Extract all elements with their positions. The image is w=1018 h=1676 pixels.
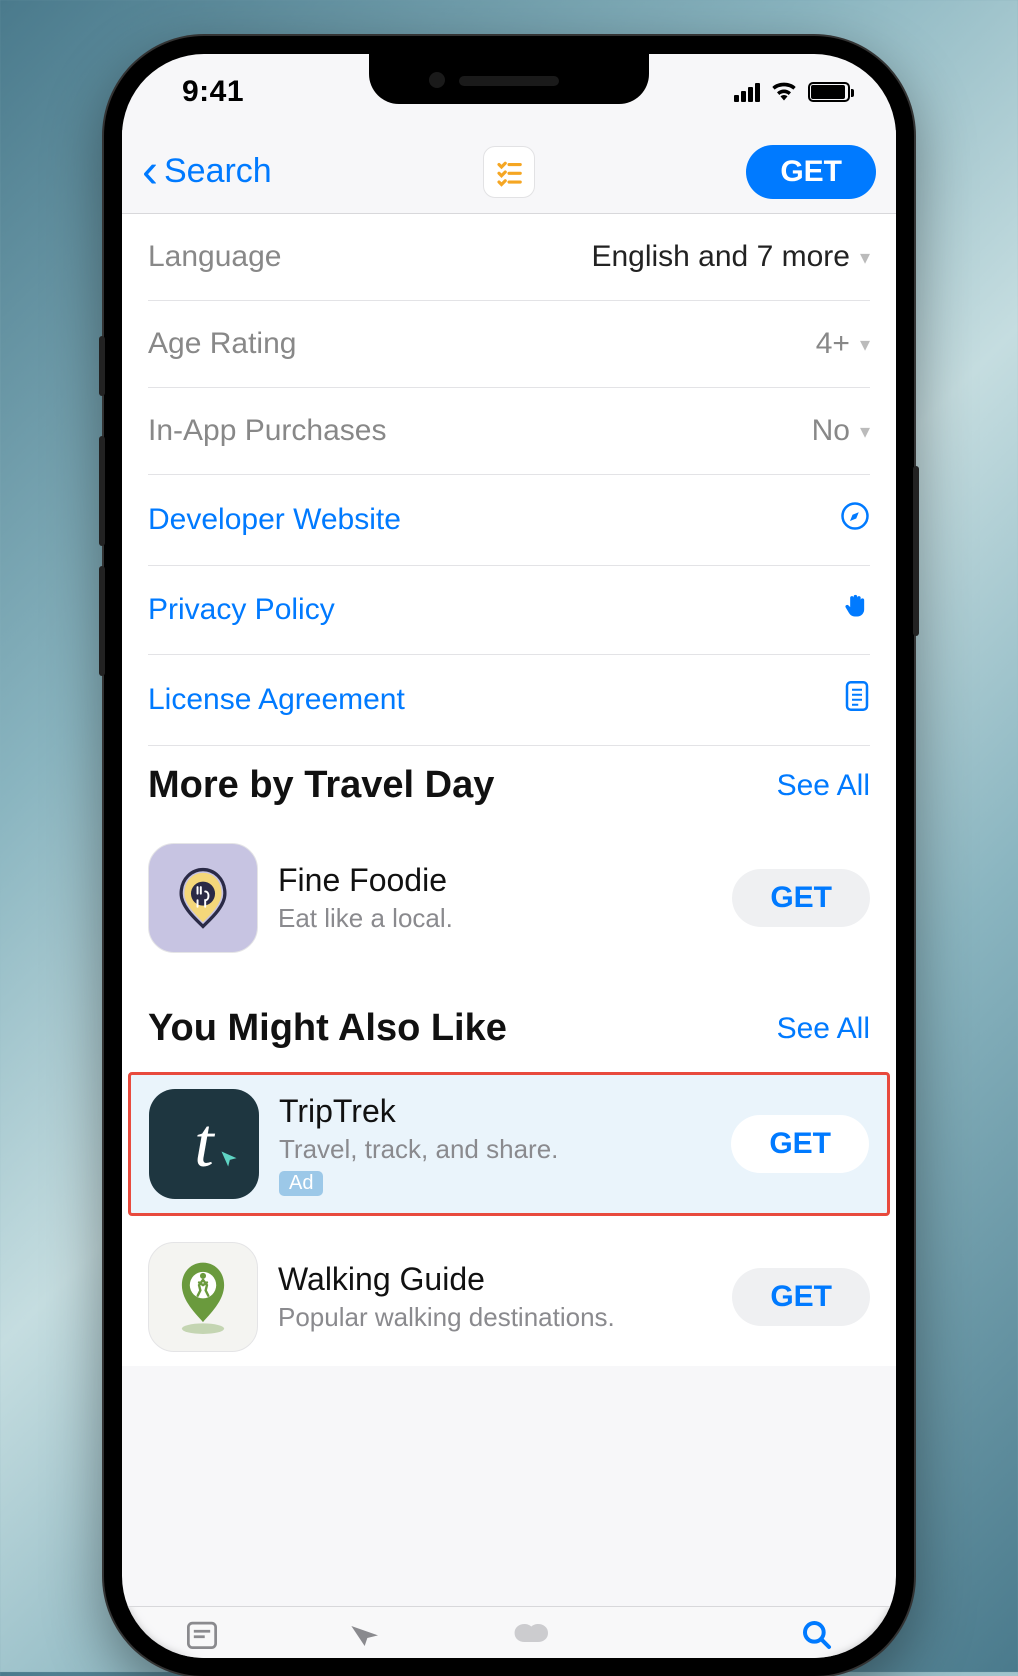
- silent-switch: [99, 336, 105, 396]
- info-label: Age Rating: [148, 327, 296, 361]
- app-row-triptrek[interactable]: t TripTrek Travel, track, and share. Ad …: [149, 1085, 869, 1203]
- info-value: No ▾: [812, 414, 870, 448]
- chevron-down-icon: ▾: [860, 419, 870, 444]
- cursor-icon: [219, 1149, 239, 1175]
- notch: [369, 54, 649, 104]
- section-title: More by Travel Day: [148, 764, 494, 807]
- tab-games[interactable]: [346, 1619, 386, 1656]
- info-label: Language: [148, 240, 281, 274]
- app-desc: Eat like a local.: [278, 903, 712, 934]
- link-privacy-policy[interactable]: Privacy Policy: [148, 566, 870, 655]
- chevron-down-icon: ▾: [860, 245, 870, 270]
- status-time: 9:41: [182, 75, 244, 109]
- app-icon-triptrek: t: [149, 1089, 259, 1199]
- app-icon-foodie: [148, 843, 258, 953]
- link-license-agreement[interactable]: License Agreement: [148, 655, 870, 746]
- volume-down-button: [99, 566, 105, 676]
- info-row-language[interactable]: Language English and 7 more ▾: [148, 214, 870, 301]
- link-label: Privacy Policy: [148, 593, 335, 627]
- link-label: License Agreement: [148, 683, 405, 717]
- get-button[interactable]: GET: [731, 1115, 869, 1173]
- nav-get-button[interactable]: GET: [746, 145, 876, 199]
- info-value: 4+ ▾: [816, 327, 870, 361]
- battery-icon: [808, 82, 850, 102]
- back-button[interactable]: ‹ Search: [142, 152, 483, 191]
- info-row-age-rating[interactable]: Age Rating 4+ ▾: [148, 301, 870, 388]
- app-row-fine-foodie[interactable]: Fine Foodie Eat like a local. GET: [148, 829, 870, 967]
- section-title: You Might Also Like: [148, 1007, 507, 1050]
- link-developer-website[interactable]: Developer Website: [148, 475, 870, 566]
- tab-search[interactable]: [801, 1619, 833, 1658]
- app-info: TripTrek Travel, track, and share. Ad: [279, 1093, 711, 1196]
- nav-bar: ‹ Search GET: [122, 130, 896, 214]
- phone-frame: 9:41 ‹ Search GET: [104, 36, 914, 1676]
- section-you-might-also-like: You Might Also Like See All: [122, 967, 896, 1050]
- compass-icon: [840, 501, 870, 539]
- app-name: TripTrek: [279, 1093, 711, 1130]
- nav-app-icon[interactable]: [483, 146, 535, 198]
- link-label: Developer Website: [148, 503, 401, 537]
- volume-up-button: [99, 436, 105, 546]
- see-all-link[interactable]: See All: [777, 1012, 870, 1046]
- info-value: English and 7 more ▾: [591, 240, 870, 274]
- tab-bar: [122, 1606, 896, 1658]
- tab-today[interactable]: [185, 1619, 219, 1656]
- hand-icon: [842, 592, 870, 628]
- app-desc: Travel, track, and share.: [279, 1134, 711, 1165]
- app-info: Fine Foodie Eat like a local.: [278, 862, 712, 934]
- highlighted-ad-row: t TripTrek Travel, track, and share. Ad …: [128, 1072, 890, 1216]
- status-icons: [734, 77, 850, 108]
- app-name: Walking Guide: [278, 1261, 712, 1298]
- cellular-signal-icon: [734, 82, 760, 102]
- see-all-link[interactable]: See All: [777, 769, 870, 803]
- get-button[interactable]: GET: [732, 869, 870, 927]
- wifi-icon: [770, 77, 798, 108]
- info-label: In-App Purchases: [148, 414, 386, 448]
- app-name: Fine Foodie: [278, 862, 712, 899]
- phone-screen: 9:41 ‹ Search GET: [122, 54, 896, 1658]
- power-button: [913, 466, 919, 636]
- section-you-might-continued: Walking Guide Popular walking destinatio…: [122, 1222, 896, 1366]
- content-scroll[interactable]: Language English and 7 more ▾ Age Rating…: [122, 214, 896, 1366]
- info-row-iap[interactable]: In-App Purchases No ▾: [148, 388, 870, 475]
- ad-badge: Ad: [279, 1171, 323, 1196]
- document-icon: [844, 681, 870, 719]
- section-more-by: More by Travel Day See All Fine Foodie: [122, 746, 896, 967]
- tab-apps[interactable]: [512, 1619, 548, 1654]
- app-icon-walking: [148, 1242, 258, 1352]
- app-row-walking-guide[interactable]: Walking Guide Popular walking destinatio…: [148, 1228, 870, 1366]
- app-info: Walking Guide Popular walking destinatio…: [278, 1261, 712, 1333]
- get-button[interactable]: GET: [732, 1268, 870, 1326]
- app-desc: Popular walking destinations.: [278, 1302, 712, 1333]
- back-label: Search: [164, 152, 272, 191]
- chevron-down-icon: ▾: [860, 332, 870, 357]
